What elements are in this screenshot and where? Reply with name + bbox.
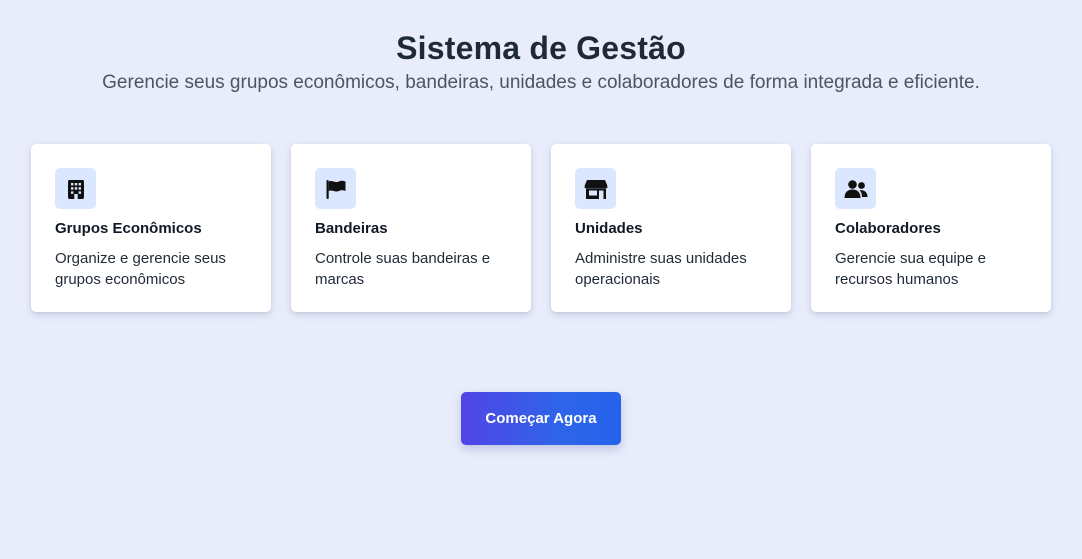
flag-icon (315, 168, 356, 209)
users-icon (835, 168, 876, 209)
card-bandeiras[interactable]: Bandeiras Controle suas bandeiras e marc… (291, 144, 531, 312)
page-subtitle: Gerencie seus grupos econômicos, bandeir… (102, 72, 980, 93)
card-colaboradores[interactable]: Colaboradores Gerencie sua equipe e recu… (811, 144, 1051, 312)
page-title: Sistema de Gestão (396, 30, 686, 66)
card-description: Controle suas bandeiras e marcas (315, 250, 491, 288)
start-now-button[interactable]: Começar Agora (461, 392, 621, 445)
building-icon (55, 168, 96, 209)
card-grupos-economicos[interactable]: Grupos Econômicos Organize e gerencie se… (31, 144, 271, 312)
card-description: Administre suas unidades operacionais (575, 250, 747, 288)
card-description: Gerencie sua equipe e recursos humanos (835, 250, 986, 288)
card-unidades[interactable]: Unidades Administre suas unidades operac… (551, 144, 791, 312)
card-title: Colaboradores (835, 220, 941, 237)
card-title: Bandeiras (315, 220, 388, 237)
card-description: Organize e gerencie seus grupos econômic… (55, 250, 226, 288)
store-icon (575, 168, 616, 209)
feature-cards: Grupos Econômicos Organize e gerencie se… (31, 144, 1051, 312)
card-title: Unidades (575, 220, 643, 237)
card-title: Grupos Econômicos (55, 220, 202, 237)
